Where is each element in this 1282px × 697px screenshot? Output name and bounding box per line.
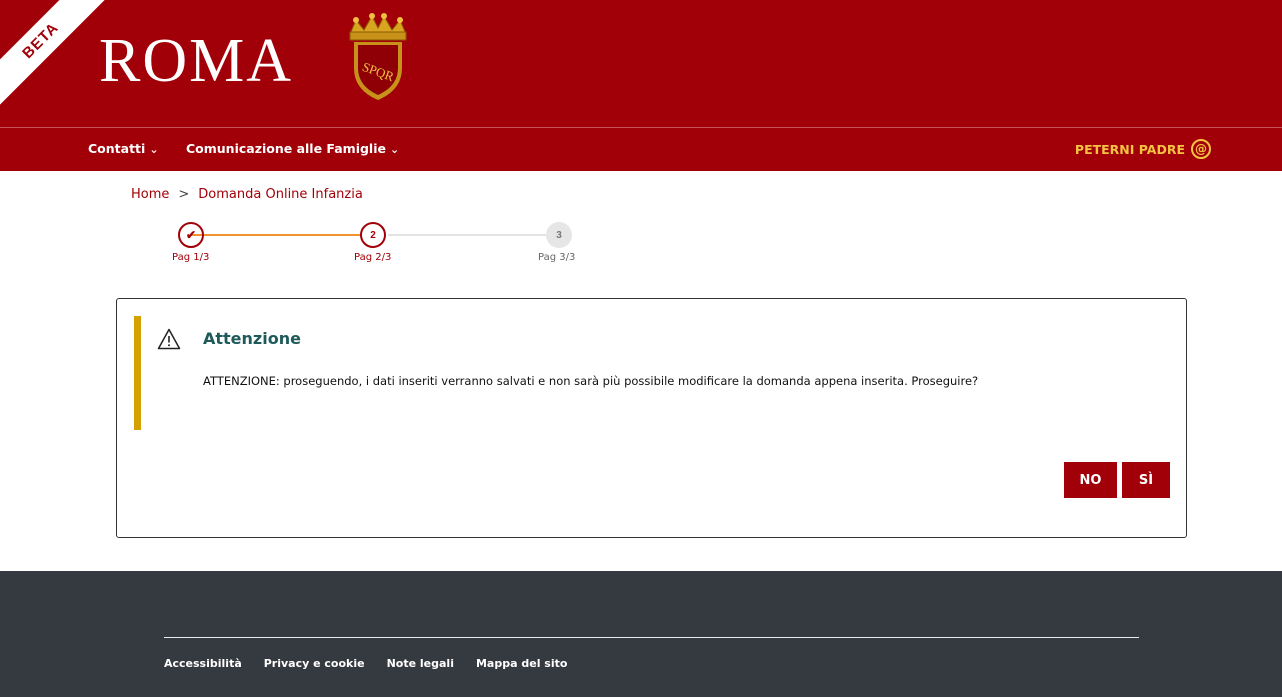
footer-links: Accessibilità Privacy e cookie Note lega… [164,657,567,670]
confirm-dialog: Attenzione ATTENZIONE: proseguendo, i da… [116,298,1187,538]
step-1-check-icon: ✔ [178,222,204,248]
beta-ribbon: BETA [0,0,106,106]
footer-link-privacy[interactable]: Privacy e cookie [264,657,365,670]
main-nav: Contatti ⌄ Comunicazione alle Famiglie ⌄ P… [0,127,1282,171]
step-3-indicator: 3 [546,222,572,248]
step-connector-pending [388,234,548,236]
footer-link-mappa[interactable]: Mappa del sito [476,657,567,670]
warning-icon [157,328,181,350]
user-menu[interactable]: PETERNI PADRE @ [1075,139,1211,159]
footer-link-accessibilita[interactable]: Accessibilità [164,657,242,670]
step-1-label: Pag 1/3 [172,252,210,263]
progress-stepper: ✔ Pag 1/3 2 Pag 2/3 3 Pag 3/3 [160,220,600,270]
step-connector-done [190,234,362,236]
step-2-label: Pag 2/3 [354,252,392,263]
footer-link-note-legali[interactable]: Note legali [387,657,454,670]
yes-button[interactable]: SÌ [1122,462,1170,498]
spqr-crest-icon: SPQR [349,13,407,100]
nav-item-comunicazione[interactable]: Comunicazione alle Famiglie ⌄ [186,141,399,156]
nav-item-label: Comunicazione alle Famiglie [186,141,386,156]
roma-logo-text[interactable]: ROMA [99,30,293,92]
no-button[interactable]: NO [1064,462,1117,498]
chevron-down-icon: ⌄ [389,143,400,156]
breadcrumb-separator: > [178,187,190,202]
step-2-indicator: 2 [360,222,386,248]
alert-accent-bar [134,316,141,430]
breadcrumb-home[interactable]: Home [131,187,169,202]
breadcrumb: Home > Domanda Online Infanzia [131,187,363,202]
user-icon: @ [1191,139,1211,159]
dialog-title: Attenzione [203,329,301,348]
nav-item-contatti[interactable]: Contatti ⌄ [88,141,159,156]
nav-item-label: Contatti [88,141,146,156]
breadcrumb-current: Domanda Online Infanzia [198,187,363,202]
site-header: BETA ROMA SPQR [0,0,1282,127]
dialog-message: ATTENZIONE: proseguendo, i dati inseriti… [203,374,979,388]
chevron-down-icon: ⌄ [149,143,159,156]
step-3-label: Pag 3/3 [538,252,576,263]
footer-divider [164,637,1139,638]
user-name: PETERNI PADRE [1074,141,1185,157]
site-footer: Accessibilità Privacy e cookie Note lega… [0,571,1282,697]
